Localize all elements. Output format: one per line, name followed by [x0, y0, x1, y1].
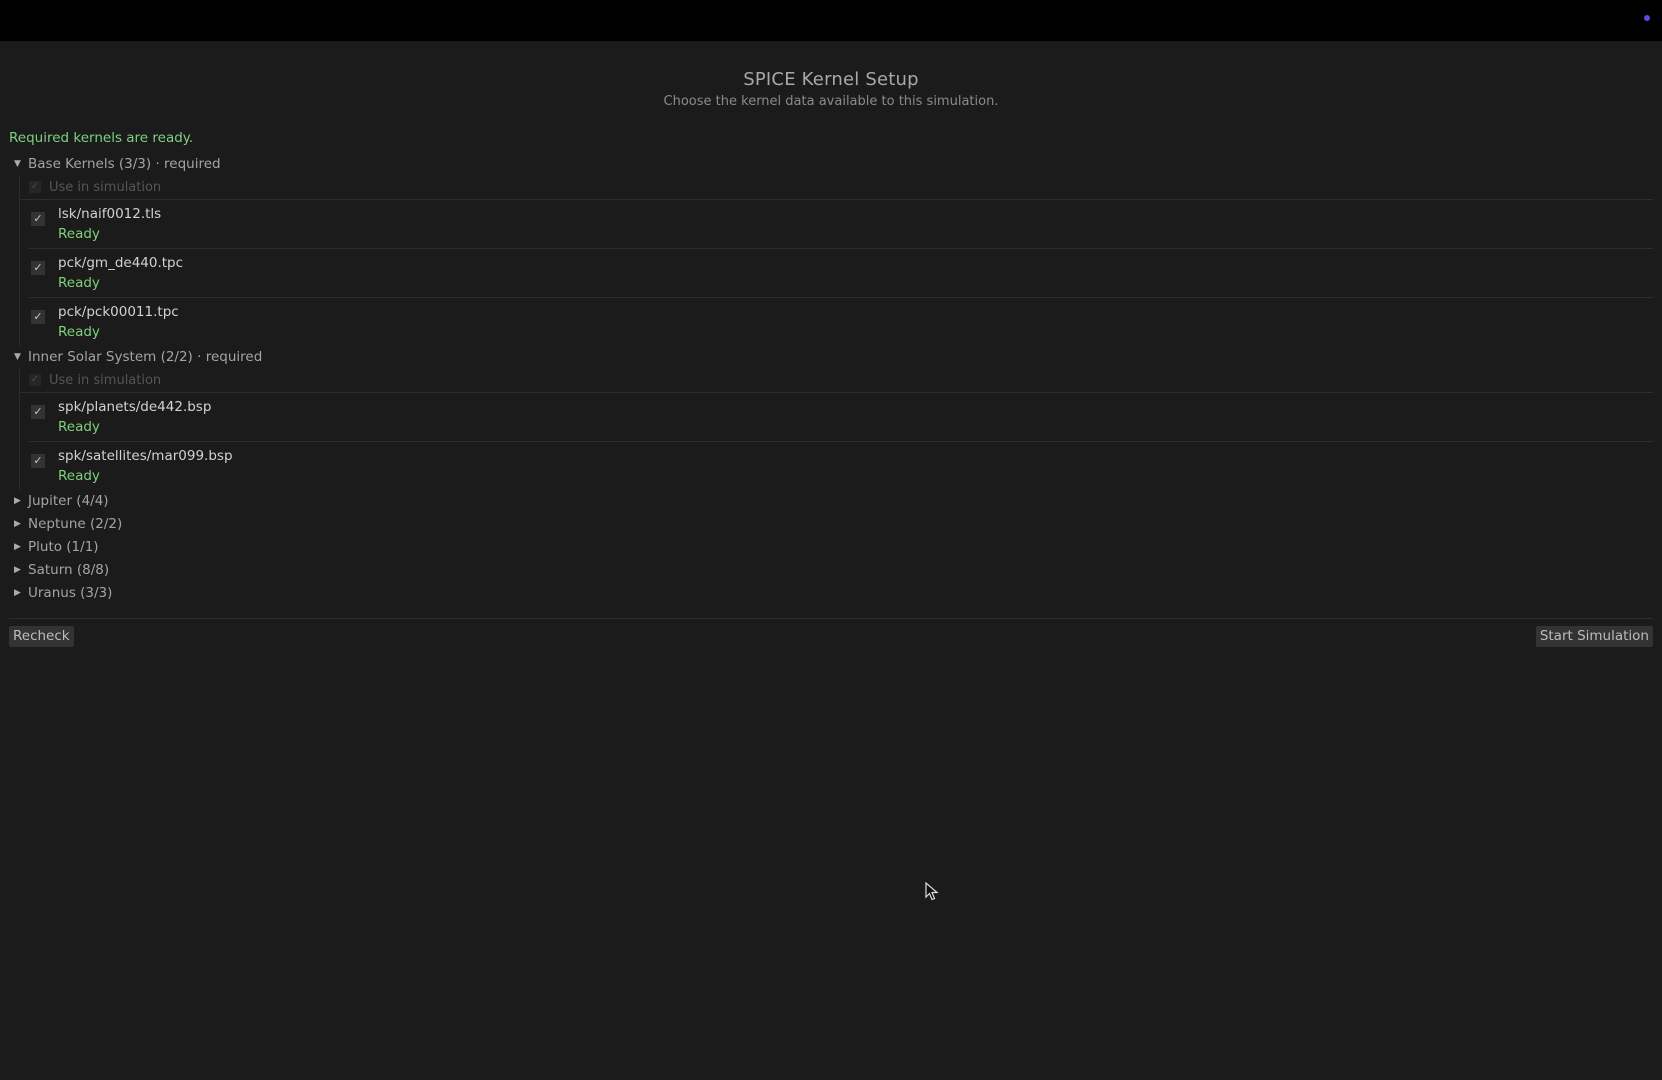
group-label: Neptune (2/2) [28, 516, 123, 532]
group-label: Uranus (3/3) [28, 585, 113, 601]
kernel-name: pck/pck00011.tpc [58, 304, 179, 320]
group-header-inner-solar-system[interactable]: ▼ Inner Solar System (2/2) · required [0, 346, 1662, 369]
kernel-status: Ready [58, 275, 100, 291]
page-title: SPICE Kernel Setup [743, 69, 919, 90]
group-header-pluto[interactable]: ▶ Pluto (1/1) [0, 536, 1662, 559]
kernel-row: ✓ spk/planets/de442.bsp Ready [29, 393, 1653, 442]
group-label: Pluto (1/1) [28, 539, 99, 555]
triangle-down-icon: ▼ [14, 159, 21, 169]
kernel-name: spk/satellites/mar099.bsp [58, 448, 233, 464]
top-bar [0, 0, 1662, 41]
group-header-jupiter[interactable]: ▶ Jupiter (4/4) [0, 490, 1662, 513]
use-in-simulation-row: ✓ Use in simulation [20, 176, 1653, 200]
footer-divider [9, 618, 1653, 619]
kernel-checkbox[interactable]: ✓ [31, 310, 45, 324]
triangle-down-icon: ▼ [14, 352, 21, 362]
group-header-neptune[interactable]: ▶ Neptune (2/2) [0, 513, 1662, 536]
kernel-checkbox[interactable]: ✓ [31, 454, 45, 468]
kernel-name: spk/planets/de442.bsp [58, 399, 212, 415]
kernel-checkbox[interactable]: ✓ [31, 405, 45, 419]
kernel-row: ✓ pck/gm_de440.tpc Ready [29, 249, 1653, 298]
page-subtitle: Choose the kernel data available to this… [663, 94, 999, 109]
kernel-status: Ready [58, 324, 100, 340]
triangle-right-icon: ▶ [14, 588, 21, 598]
group-label: Inner Solar System (2/2) · required [28, 349, 263, 365]
group-label: Saturn (8/8) [28, 562, 110, 578]
header: SPICE Kernel Setup Choose the kernel dat… [0, 69, 1662, 109]
kernel-row: ✓ spk/satellites/mar099.bsp Ready [29, 442, 1653, 490]
kernel-checkbox[interactable]: ✓ [31, 212, 45, 226]
kernel-checkbox[interactable]: ✓ [31, 261, 45, 275]
group-label: Base Kernels (3/3) · required [28, 156, 221, 172]
kernel-row: ✓ pck/pck00011.tpc Ready [29, 298, 1653, 346]
kernel-status: Ready [58, 419, 100, 435]
group-header-base-kernels[interactable]: ▼ Base Kernels (3/3) · required [0, 153, 1662, 176]
status-message: Required kernels are ready. [9, 130, 194, 146]
recheck-button[interactable]: Recheck [9, 626, 74, 647]
use-in-simulation-checkbox: ✓ [29, 181, 41, 193]
triangle-right-icon: ▶ [14, 519, 21, 529]
group-header-uranus[interactable]: ▶ Uranus (3/3) [0, 582, 1662, 605]
group-body-inner-solar-system: ✓ Use in simulation ✓ spk/planets/de442.… [19, 369, 1662, 490]
triangle-right-icon: ▶ [14, 496, 21, 506]
mouse-cursor-icon [925, 882, 939, 901]
kernel-status: Ready [58, 226, 100, 242]
kernel-setup-panel: SPICE Kernel Setup Choose the kernel dat… [0, 41, 1662, 1080]
group-label: Jupiter (4/4) [28, 493, 109, 509]
kernel-name: pck/gm_de440.tpc [58, 255, 184, 271]
start-simulation-button[interactable]: Start Simulation [1535, 626, 1653, 647]
group-header-saturn[interactable]: ▶ Saturn (8/8) [0, 559, 1662, 582]
triangle-right-icon: ▶ [14, 542, 21, 552]
status-dot-icon [1644, 15, 1650, 21]
kernel-row: ✓ lsk/naif0012.tls Ready [29, 200, 1653, 249]
use-in-simulation-row: ✓ Use in simulation [20, 369, 1653, 393]
triangle-right-icon: ▶ [14, 565, 21, 575]
group-body-base-kernels: ✓ Use in simulation ✓ lsk/naif0012.tls R… [19, 176, 1662, 346]
kernel-status: Ready [58, 468, 100, 484]
use-in-simulation-label: Use in simulation [49, 180, 162, 195]
kernel-name: lsk/naif0012.tls [58, 206, 162, 222]
use-in-simulation-checkbox: ✓ [29, 374, 41, 386]
kernel-tree: ▼ Base Kernels (3/3) · required ✓ Use in… [0, 153, 1662, 605]
use-in-simulation-label: Use in simulation [49, 373, 162, 388]
